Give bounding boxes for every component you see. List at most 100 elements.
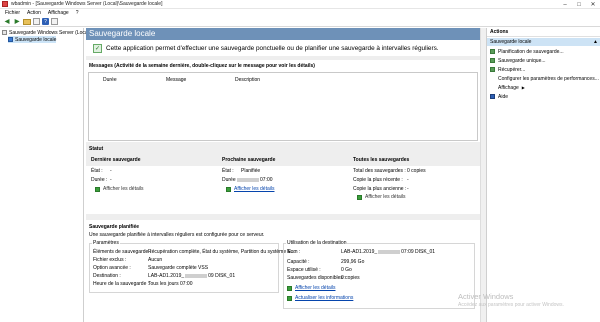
action-aide-label: Aide — [498, 93, 509, 100]
dest-details-link[interactable]: Afficher les détails — [287, 285, 335, 291]
activation-watermark-title: Activer Windows — [458, 292, 514, 301]
help-icon — [490, 94, 495, 99]
prochaine-title: Prochaine sauvegarde — [222, 157, 276, 163]
configure-icon — [490, 76, 495, 81]
toolbar: ◀ ▶ ? — [0, 17, 600, 27]
recover-icon — [490, 67, 495, 72]
actions-subheader-label: Sauvegarde locale — [490, 39, 532, 45]
actions-title: Actions — [487, 28, 600, 37]
page-title: Sauvegarde locale — [86, 28, 480, 40]
toutes-title: Toutes les sauvegardes — [353, 157, 410, 163]
forward-arrow-icon[interactable]: ▶ — [13, 18, 21, 26]
param-heure-value: Tous les jours 07:00 — [148, 281, 193, 287]
action-sauvegarde-unique-label: Sauvegarde unique... — [498, 57, 546, 64]
col-message[interactable]: Message — [166, 77, 186, 83]
param-heure-label: Heure de la sauvegarde : — [93, 281, 150, 287]
separator — [86, 142, 480, 166]
close-button[interactable]: ✕ — [586, 0, 600, 9]
details-icon — [226, 186, 231, 192]
activation-watermark-text: Accédez aux paramètres pour activer Wind… — [458, 302, 564, 308]
param-destination-suffix: 09 DISK_01 — [208, 273, 236, 279]
minimize-button[interactable]: – — [558, 0, 572, 9]
navigation-tree: Sauvegarde Windows Server (Local) Sauveg… — [0, 28, 90, 322]
dest-refresh-link[interactable]: Actualiser les informations — [287, 295, 353, 301]
backup-info-icon: ✓ — [93, 43, 102, 53]
derniere-details-label: Afficher les détails — [103, 186, 144, 192]
maximize-button[interactable]: □ — [572, 0, 586, 9]
statut-title: Statut — [89, 146, 104, 152]
menu-action[interactable]: Action — [27, 10, 41, 16]
derniere-title: Dernière sauvegarde — [91, 157, 141, 163]
dest-refresh-label: Actualiser les informations — [295, 295, 354, 301]
dest-espace-value: 0 Go — [341, 267, 352, 273]
prochaine-details-label: Afficher les détails — [234, 186, 275, 192]
destination-label: Utilisation de la destination — [286, 240, 348, 246]
submenu-arrow-icon: ▶ — [521, 85, 525, 90]
dest-nom-suffix: 07:09 DISK_01 — [401, 249, 436, 255]
main-pane: Sauvegarde locale ✓ Cette application pe… — [86, 28, 480, 322]
tree-local-backup-item[interactable]: Sauvegarde locale — [8, 36, 57, 43]
dest-dispo-label: Sauvegardes disponibles : — [287, 275, 346, 281]
toutes-recente-value: - — [407, 177, 409, 183]
actions-pane: Actions Sauvegarde locale ▲ Planificatio… — [486, 28, 600, 322]
action-configurer[interactable]: Configurer les paramètres de performance… — [490, 75, 599, 82]
planifiee-title: Sauvegarde planifiée — [89, 224, 140, 230]
intro-banner: ✓ Cette application permet d'effectuer u… — [88, 42, 478, 54]
redacted-date — [378, 249, 401, 254]
show-tree-icon[interactable] — [33, 18, 40, 25]
parametres-label: Paramètres — [92, 240, 120, 246]
action-sauvegarde-unique[interactable]: Sauvegarde unique... — [490, 57, 546, 64]
messages-table[interactable]: Durée Message Description — [88, 72, 478, 141]
separator — [86, 214, 480, 220]
toutes-ancienne-value: - — [407, 186, 409, 192]
action-aide[interactable]: Aide — [490, 93, 508, 100]
param-exclus-value: Aucun — [148, 257, 163, 263]
action-planification-label: Planification de sauvegarde... — [498, 48, 564, 55]
menu-affichage[interactable]: Affichage — [48, 10, 69, 16]
toutes-ancienne-label: Copie la plus ancienne : — [353, 186, 407, 192]
action-planification[interactable]: Planification de sauvegarde... — [490, 48, 564, 55]
separator — [86, 56, 480, 60]
details-icon — [287, 285, 292, 291]
derniere-details-link[interactable]: Afficher les détails — [95, 186, 143, 192]
dest-espace-label: Espace utilisé : — [287, 267, 321, 273]
properties-icon[interactable] — [51, 18, 58, 25]
derniere-etat-value: - — [110, 168, 112, 174]
param-option-label: Option avancée : — [93, 265, 131, 271]
action-configurer-label: Configurer les paramètres de performance… — [498, 75, 599, 82]
folder-icon[interactable] — [23, 18, 31, 25]
help-icon[interactable]: ? — [42, 18, 49, 25]
action-recuperer[interactable]: Récupérer... — [490, 66, 525, 73]
view-icon — [490, 85, 495, 90]
details-icon — [357, 194, 362, 200]
col-duree[interactable]: Durée — [103, 77, 117, 83]
dest-dispo-value: 0 copies — [341, 275, 360, 281]
local-backup-icon — [8, 37, 13, 42]
prochaine-details-link[interactable]: Afficher les détails — [226, 186, 274, 192]
prochaine-etat-value: Planifiée — [241, 168, 261, 174]
redacted-date — [185, 273, 208, 278]
dest-nom-value: LAB-AD1.2019_ 07:09 DISK_01 — [341, 249, 435, 255]
tree-child-label: Sauvegarde locale — [15, 36, 57, 43]
collapse-up-icon: ▲ — [593, 39, 598, 45]
back-arrow-icon[interactable]: ◀ — [3, 18, 11, 26]
param-elements-value: Récupération complète, État du système, … — [148, 249, 296, 255]
toutes-details-link[interactable]: Afficher les détails — [357, 194, 405, 200]
redacted-date — [237, 177, 259, 182]
col-description[interactable]: Description — [235, 77, 260, 83]
menu-fichier[interactable]: Fichier — [5, 10, 20, 16]
action-recuperer-label: Récupérer... — [498, 66, 526, 73]
dest-capacite-value: 299,96 Go — [341, 259, 365, 265]
param-exclus-label: Fichier exclus : — [93, 257, 127, 263]
param-option-value: Sauvegarde complète VSS — [148, 265, 209, 271]
planifiee-intro: Une sauvegarde planifiée à intervalles r… — [89, 232, 265, 238]
param-destination-prefix: LAB-AD1.2019_ — [148, 273, 185, 279]
title-bar: wbadmin - [Sauvegarde Windows Server (Lo… — [0, 0, 600, 9]
action-affichage[interactable]: Affichage ▶ — [490, 84, 525, 91]
app-icon — [2, 1, 8, 7]
messages-title: Messages (Activité de la semaine dernièr… — [89, 63, 315, 69]
menu-help[interactable]: ? — [76, 10, 79, 16]
server-backup-icon — [2, 30, 7, 35]
tree-root-item[interactable]: Sauvegarde Windows Server (Local) — [2, 29, 90, 36]
actions-subheader[interactable]: Sauvegarde locale ▲ — [487, 38, 600, 46]
